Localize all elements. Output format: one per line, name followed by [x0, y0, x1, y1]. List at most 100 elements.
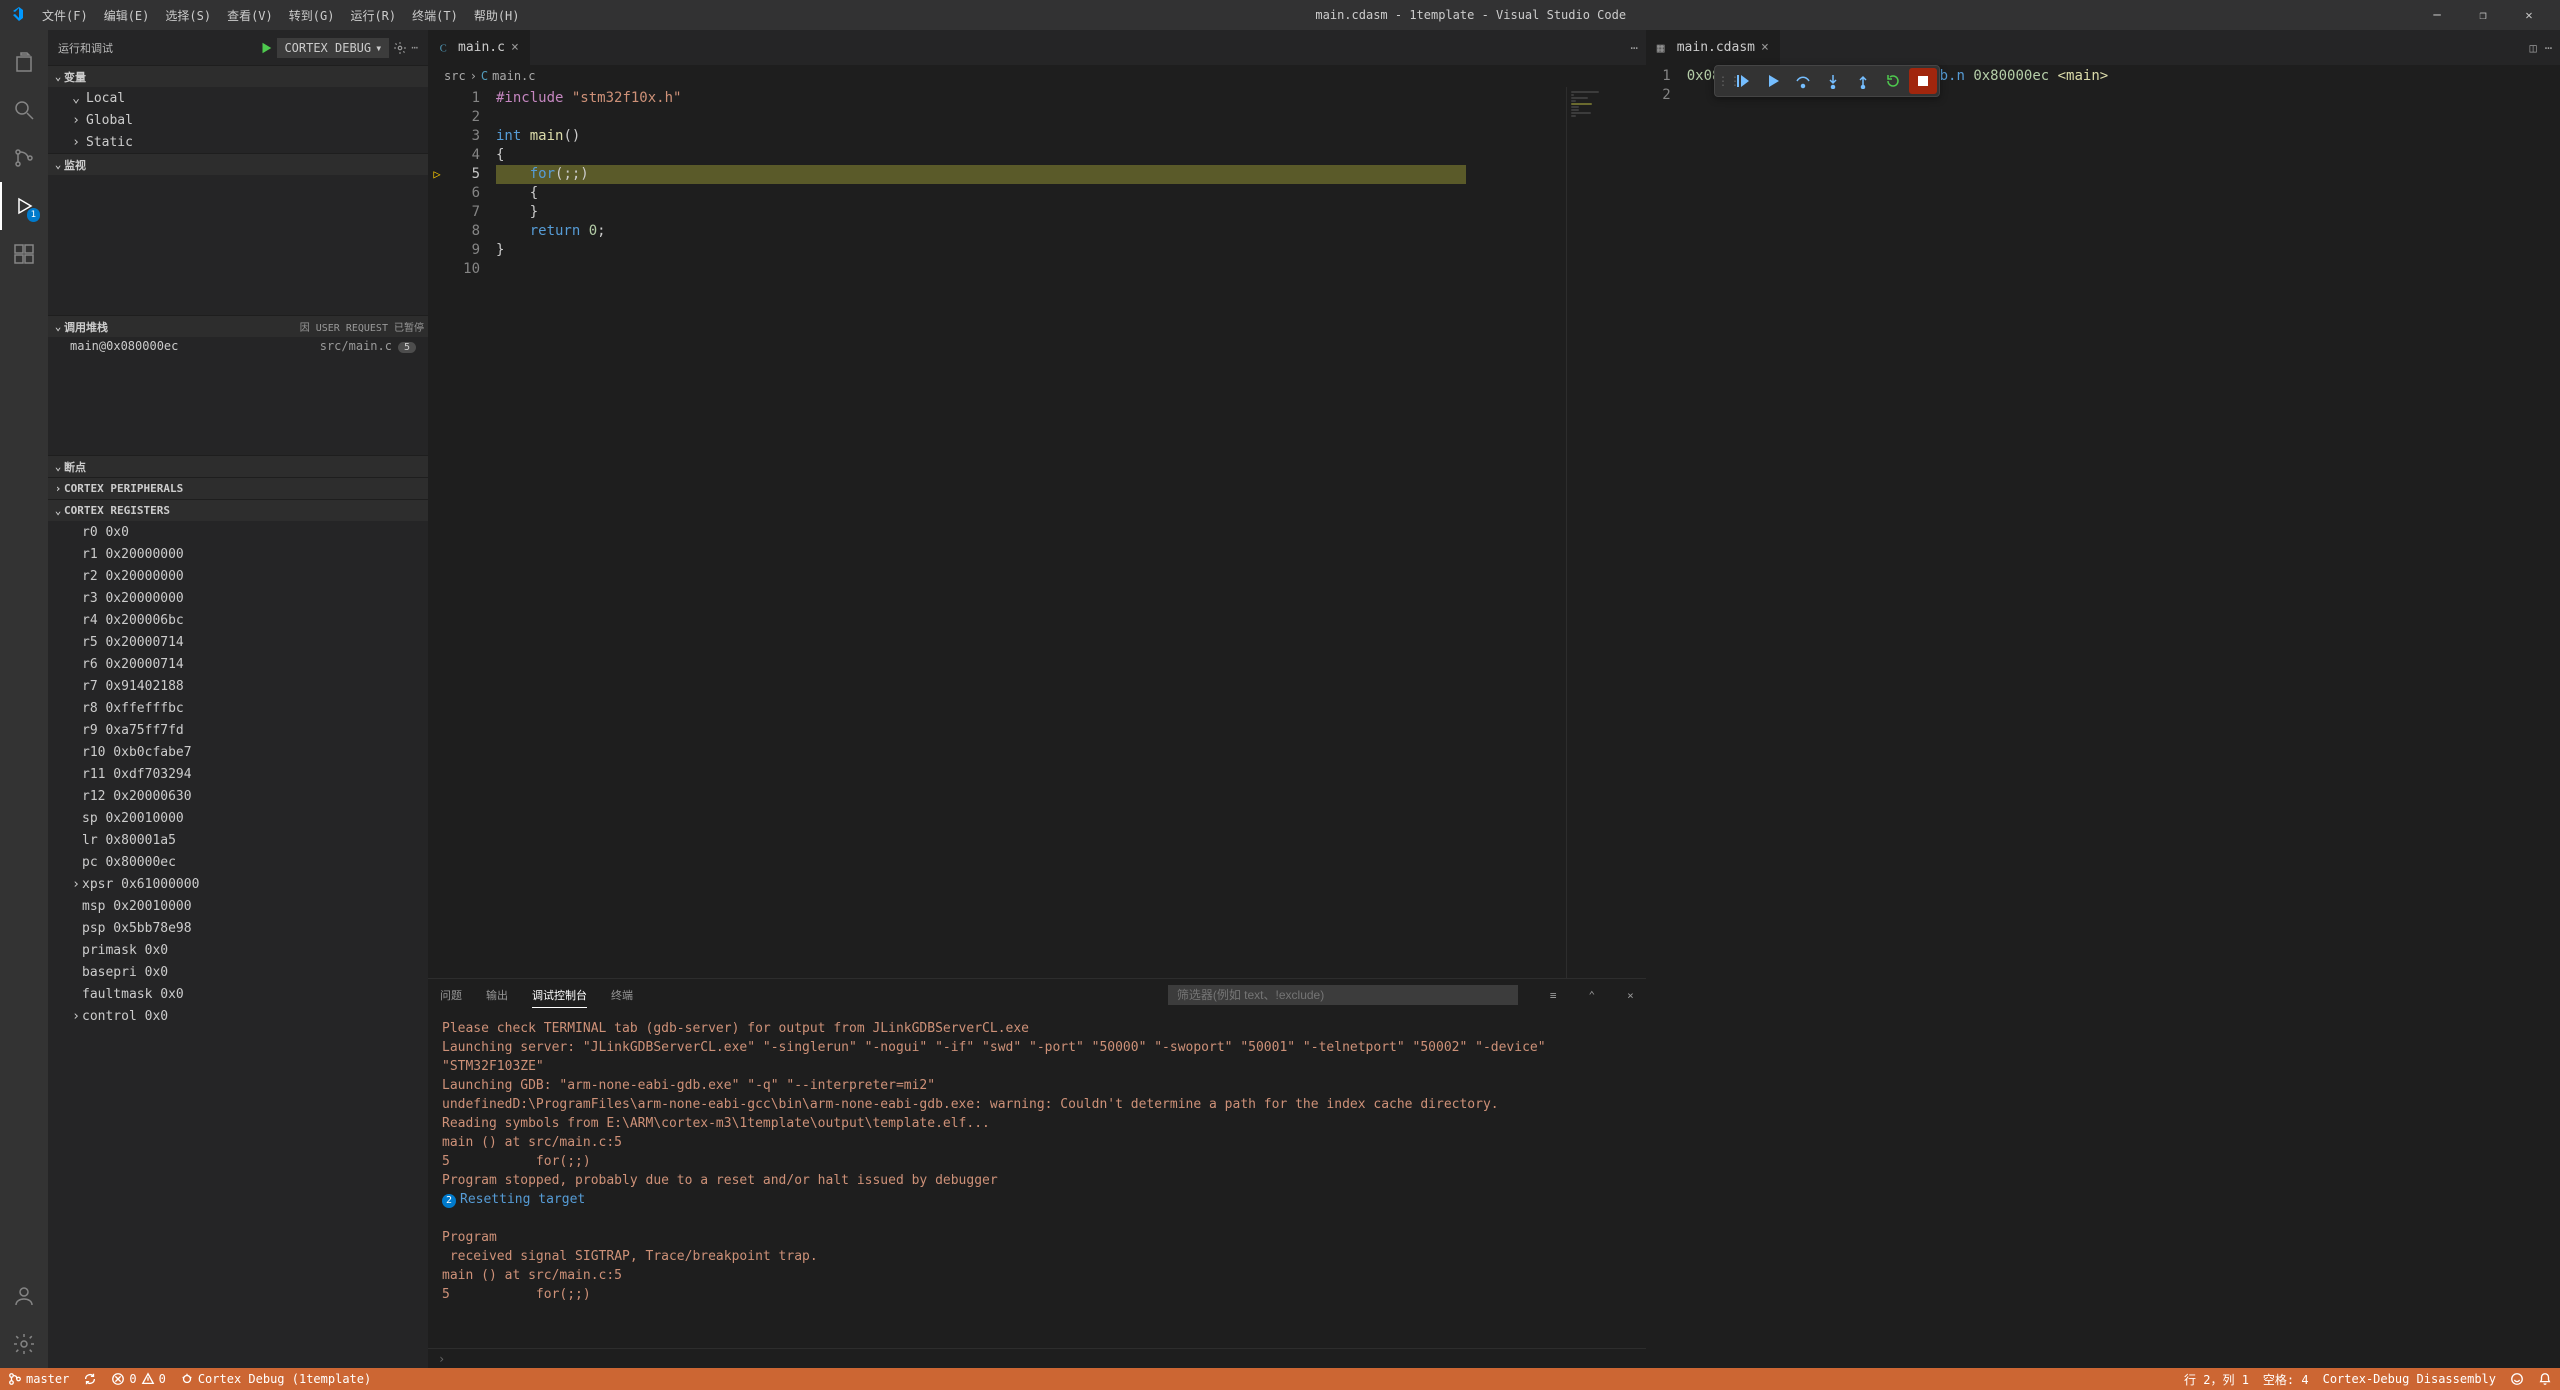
menu-run[interactable]: 运行(R) — [342, 0, 404, 30]
status-debug-session[interactable]: Cortex Debug (1template) — [180, 1372, 371, 1386]
activity-account-icon[interactable] — [0, 1272, 48, 1320]
register-item[interactable]: msp 0x20010000 — [48, 895, 428, 917]
activity-debug-icon[interactable]: 1 — [0, 182, 48, 230]
step-into-button[interactable] — [1819, 68, 1847, 94]
status-spaces[interactable]: 空格: 4 — [2263, 1371, 2309, 1388]
step-out-button[interactable] — [1849, 68, 1877, 94]
section-cortex-peripherals[interactable]: › CORTEX PERIPHERALS — [48, 477, 428, 499]
register-item[interactable]: r1 0x20000000 — [48, 543, 428, 565]
tab-main-c[interactable]: C main.c × — [428, 30, 530, 65]
close-button[interactable]: ✕ — [2506, 0, 2552, 30]
register-item[interactable]: › xpsr 0x61000000 — [48, 873, 428, 895]
minimap[interactable] — [1566, 87, 1646, 978]
status-bell-icon[interactable] — [2538, 1371, 2552, 1388]
register-item[interactable]: r3 0x20000000 — [48, 587, 428, 609]
register-item[interactable]: r12 0x20000630 — [48, 785, 428, 807]
register-item[interactable]: r7 0x91402188 — [48, 675, 428, 697]
register-item[interactable]: r9 0xa75ff7fd — [48, 719, 428, 741]
code-editor-main-c[interactable]: ▷ 12345678910 #include "stm32f10x.h"int … — [428, 87, 1646, 978]
split-editor-icon[interactable]: ◫ — [2530, 41, 2537, 55]
status-problems[interactable]: 0 0 — [111, 1372, 165, 1386]
variables-scope-local[interactable]: ⌄Local — [48, 87, 428, 109]
section-cortex-registers[interactable]: ⌄ CORTEX REGISTERS — [48, 499, 428, 521]
menu-selection[interactable]: 选择(S) — [157, 0, 219, 30]
editor-area: C main.c × ⋯ src› C main.c ▷ — [428, 30, 2560, 1368]
status-sync[interactable] — [83, 1372, 97, 1386]
preview-icon: ▦ — [1657, 41, 1671, 55]
status-line-col[interactable]: 行 2，列 1 — [2184, 1371, 2249, 1388]
debug-toolbar[interactable]: ⋮⋮ — [1714, 65, 1940, 97]
breadcrumbs[interactable]: src› C main.c — [428, 65, 1646, 87]
more-actions-icon[interactable]: ⋯ — [2545, 41, 2552, 55]
section-variables[interactable]: ⌄ 变量 — [48, 65, 428, 87]
stop-button[interactable] — [1909, 68, 1937, 94]
activity-extensions-icon[interactable] — [0, 230, 48, 278]
status-language-mode[interactable]: Cortex-Debug Disassembly — [2323, 1371, 2496, 1388]
register-item[interactable]: r8 0xffefffbc — [48, 697, 428, 719]
register-item[interactable]: sp 0x20010000 — [48, 807, 428, 829]
more-actions-icon[interactable]: ⋯ — [1630, 41, 1637, 55]
register-item[interactable]: lr 0x80001a5 — [48, 829, 428, 851]
register-item[interactable]: r6 0x20000714 — [48, 653, 428, 675]
menu-view[interactable]: 查看(V) — [219, 0, 281, 30]
code-editor-disasm[interactable]: 12 0x080000ec: fe e7 b.n 0x80000ec <main… — [1647, 65, 2560, 1368]
drag-handle-icon[interactable]: ⋮⋮ — [1717, 74, 1727, 88]
variables-scope-global[interactable]: ›Global — [48, 109, 428, 131]
maximize-button[interactable]: ❐ — [2460, 0, 2506, 30]
activity-explorer-icon[interactable] — [0, 38, 48, 86]
register-item[interactable]: › control 0x0 — [48, 1005, 428, 1027]
filter-settings-icon[interactable]: ≡ — [1550, 989, 1557, 1002]
section-watch[interactable]: ⌄ 监视 — [48, 153, 428, 175]
panel-tab-problems[interactable]: 问题 — [440, 983, 462, 1007]
callstack-frame[interactable]: main@0x080000ec src/main.c5 — [48, 337, 428, 355]
callstack-paused-note: 因 USER REQUEST 已暂停 — [300, 319, 424, 334]
pause-button[interactable] — [1759, 68, 1787, 94]
register-item[interactable]: r5 0x20000714 — [48, 631, 428, 653]
status-branch[interactable]: master — [8, 1372, 69, 1386]
menu-go[interactable]: 转到(G) — [281, 0, 343, 30]
menu-file[interactable]: 文件(F) — [34, 0, 96, 30]
start-debug-button[interactable] — [259, 41, 273, 55]
register-item[interactable]: r2 0x20000000 — [48, 565, 428, 587]
section-callstack[interactable]: ⌄ 调用堆栈 因 USER REQUEST 已暂停 — [48, 315, 428, 337]
panel-filter-input[interactable] — [1168, 985, 1518, 1005]
gear-icon[interactable] — [393, 41, 407, 55]
register-item[interactable]: r10 0xb0cfabe7 — [48, 741, 428, 763]
variables-scope-static[interactable]: ›Static — [48, 131, 428, 153]
step-over-button[interactable] — [1789, 68, 1817, 94]
register-item[interactable]: pc 0x80000ec — [48, 851, 428, 873]
register-item[interactable]: psp 0x5bb78e98 — [48, 917, 428, 939]
register-item[interactable]: faultmask 0x0 — [48, 983, 428, 1005]
minimize-button[interactable]: ─ — [2414, 0, 2460, 30]
sidebar-title: 运行和调试 — [58, 40, 113, 56]
activity-settings-icon[interactable] — [0, 1320, 48, 1368]
debug-sidebar: 运行和调试 Cortex Debug ▾ ⋯ ⌄ 变量 ⌄Local ›G — [48, 30, 428, 1368]
close-tab-icon[interactable]: × — [1761, 40, 1769, 55]
panel-tab-terminal[interactable]: 终端 — [611, 983, 633, 1007]
restart-button[interactable] — [1879, 68, 1907, 94]
register-item[interactable]: r0 0x0 — [48, 521, 428, 543]
panel-tab-debugconsole[interactable]: 调试控制台 — [532, 983, 587, 1008]
more-icon[interactable]: ⋯ — [411, 41, 418, 54]
activity-search-icon[interactable] — [0, 86, 48, 134]
register-item[interactable]: primask 0x0 — [48, 939, 428, 961]
register-item[interactable]: r4 0x200006bc — [48, 609, 428, 631]
clear-console-icon[interactable]: ⌃ — [1588, 989, 1595, 1002]
status-feedback-icon[interactable] — [2510, 1371, 2524, 1388]
tab-main-cdasm[interactable]: ▦ main.cdasm × — [1647, 30, 1780, 65]
menu-edit[interactable]: 编辑(E) — [96, 0, 158, 30]
register-item[interactable]: r11 0xdf703294 — [48, 763, 428, 785]
close-tab-icon[interactable]: × — [511, 40, 519, 55]
debug-console-input-chevron-icon: › — [438, 1352, 445, 1366]
menu-terminal[interactable]: 终端(T) — [404, 0, 466, 30]
section-breakpoints[interactable]: ⌄ 断点 — [48, 455, 428, 477]
continue-button[interactable] — [1729, 68, 1757, 94]
activity-scm-icon[interactable] — [0, 134, 48, 182]
debug-config-select[interactable]: Cortex Debug ▾ — [277, 38, 389, 58]
register-item[interactable]: basepri 0x0 — [48, 961, 428, 983]
panel-tabs: 问题 输出 调试控制台 终端 ≡ ⌃ × — [428, 979, 1646, 1011]
menu-help[interactable]: 帮助(H) — [466, 0, 528, 30]
debug-console[interactable]: Please check TERMINAL tab (gdb-server) f… — [428, 1011, 1646, 1348]
close-panel-icon[interactable]: × — [1627, 989, 1634, 1002]
panel-tab-output[interactable]: 输出 — [486, 983, 508, 1007]
